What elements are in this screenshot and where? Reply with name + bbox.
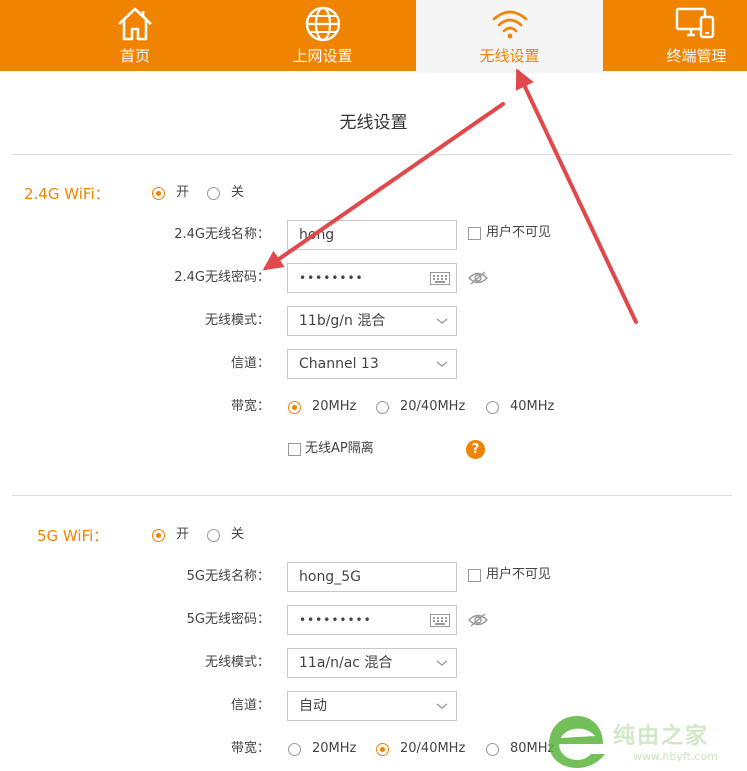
- wifi24-channel-label: 信道：: [230, 356, 270, 371]
- wifi24-bw-20-radio[interactable]: [288, 401, 301, 414]
- wifi24-section-label: 2.4G WiFi：: [24, 185, 110, 203]
- wifi5-hidden-checkbox[interactable]: [468, 569, 481, 582]
- wifi5-name-input[interactable]: hong_5G: [287, 562, 457, 592]
- wifi5-section-label: 5G WiFi：: [37, 527, 109, 545]
- chevron-down-icon: [436, 703, 448, 709]
- nav-label-devices: 终端管理: [666, 47, 727, 65]
- watermark-url: www.hbyft.com: [633, 750, 718, 763]
- wifi-icon: [492, 10, 527, 39]
- wifi24-password-value: ••••••••: [299, 271, 364, 285]
- nav-label-internet: 上网设置: [292, 47, 353, 65]
- wifi5-channel-label: 信道：: [230, 698, 270, 713]
- wifi24-mode-value: 11b/g/n 混合: [299, 313, 386, 329]
- wifi5-on-radio[interactable]: [152, 529, 165, 542]
- eye-off-icon[interactable]: [467, 270, 489, 286]
- wifi24-off-label: 关: [231, 185, 245, 200]
- eye-off-icon[interactable]: [467, 612, 489, 628]
- wifi24-channel-value: Channel 13: [299, 356, 379, 372]
- wifi5-on-label: 开: [176, 527, 190, 542]
- wifi24-name-label: 2.4G无线名称：: [174, 227, 270, 242]
- wifi24-bw-40-label: 40MHz: [510, 399, 555, 414]
- wifi5-password-label: 5G无线密码：: [186, 612, 270, 627]
- wifi24-bandwidth-label: 带宽：: [230, 399, 270, 414]
- wifi24-name-input[interactable]: hong: [287, 220, 457, 250]
- wifi24-bw-40-radio[interactable]: [486, 401, 499, 414]
- wifi24-password-label: 2.4G无线密码：: [174, 270, 270, 285]
- wifi5-mode-value: 11a/n/ac 混合: [299, 655, 393, 671]
- globe-icon: [305, 6, 340, 42]
- annotation-arrow-to-tab: [515, 68, 638, 324]
- wifi24-on-radio[interactable]: [152, 187, 165, 200]
- wifi5-off-label: 关: [231, 527, 245, 542]
- section-divider: [12, 495, 732, 496]
- wifi5-channel-select[interactable]: 自动: [287, 691, 457, 721]
- chevron-down-icon: [436, 318, 448, 324]
- chevron-down-icon: [436, 361, 448, 367]
- wifi24-password-input[interactable]: ••••••••: [287, 263, 457, 293]
- nav-label-wireless: 无线设置: [479, 47, 540, 65]
- wifi24-hidden-checkbox[interactable]: [468, 227, 481, 240]
- watermark-text: 纯由之家: [613, 724, 710, 749]
- wifi5-mode-select[interactable]: 11a/n/ac 混合: [287, 648, 457, 678]
- wifi24-mode-select[interactable]: 11b/g/n 混合: [287, 306, 457, 336]
- wifi24-on-label: 开: [176, 185, 190, 200]
- wifi24-ap-isolation-checkbox[interactable]: [288, 443, 301, 456]
- nav-item-internet[interactable]: 上网设置: [215, 0, 430, 71]
- keyboard-icon[interactable]: [430, 614, 450, 627]
- wifi24-ap-isolation-label: 无线AP隔离: [305, 441, 374, 456]
- wifi5-bandwidth-label: 带宽：: [230, 741, 270, 756]
- wifi24-mode-label: 无线模式：: [204, 313, 270, 328]
- wifi5-password-value: •••••••••: [299, 613, 372, 627]
- wifi5-name-label: 5G无线名称：: [186, 569, 270, 584]
- nav-item-devices[interactable]: 终端管理: [603, 0, 747, 71]
- wifi5-bw-2040-label: 20/40MHz: [400, 741, 466, 756]
- wifi5-bw-20-radio[interactable]: [288, 743, 301, 756]
- nav-item-wireless[interactable]: 无线设置: [416, 0, 603, 73]
- wifi5-bw-80-radio[interactable]: [486, 743, 499, 756]
- wifi24-bw-2040-label: 20/40MHz: [400, 399, 466, 414]
- home-icon: [118, 7, 152, 41]
- wifi5-password-input[interactable]: •••••••••: [287, 605, 457, 635]
- title-divider: [12, 154, 732, 155]
- wifi5-off-radio[interactable]: [207, 529, 220, 542]
- wifi24-bw-20-label: 20MHz: [312, 399, 357, 414]
- top-nav: 首页 上网设置 无线设置 终端管理: [0, 0, 747, 73]
- wifi24-channel-select[interactable]: Channel 13: [287, 349, 457, 379]
- help-icon[interactable]: ?: [466, 440, 485, 459]
- devices-icon: [675, 7, 715, 39]
- wifi5-hidden-label: 用户不可见: [486, 567, 552, 582]
- watermark-logo: 纯由之家 www.hbyft.com: [545, 712, 747, 771]
- chevron-down-icon: [436, 660, 448, 666]
- watermark-leaf-icon: [549, 716, 605, 768]
- wifi24-bw-2040-radio[interactable]: [376, 401, 389, 414]
- wifi5-bw-2040-radio[interactable]: [376, 743, 389, 756]
- wifi5-mode-label: 无线模式：: [204, 655, 270, 670]
- keyboard-icon[interactable]: [430, 272, 450, 285]
- wifi24-hidden-label: 用户不可见: [486, 225, 552, 240]
- wifi5-bw-20-label: 20MHz: [312, 741, 357, 756]
- wifi24-off-radio[interactable]: [207, 187, 220, 200]
- wifi5-channel-value: 自动: [299, 698, 327, 714]
- page-title: 无线设置: [339, 113, 408, 133]
